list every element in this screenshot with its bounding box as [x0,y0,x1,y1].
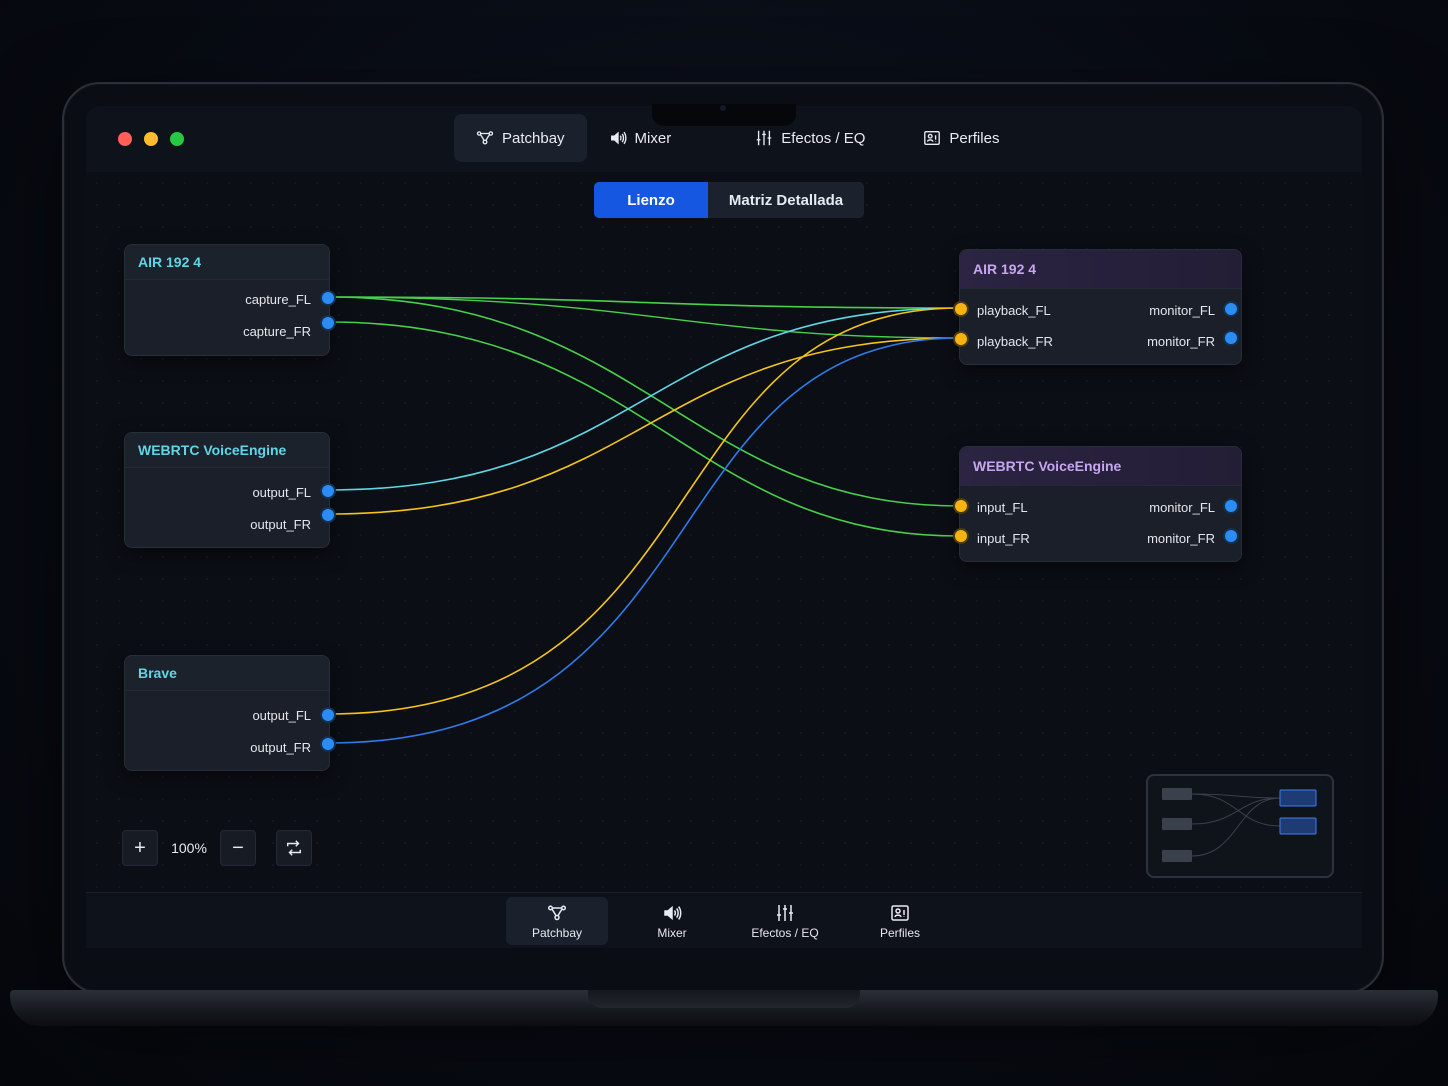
output-port[interactable] [1225,332,1237,344]
zoom-in-button[interactable]: + [122,830,158,866]
sliders-icon [757,130,772,146]
laptop-hinge-groove [588,990,860,1008]
view-canvas-button[interactable]: Lienzo [594,182,708,218]
port-label: capture_FR [243,324,311,339]
patchbay-icon [476,131,494,145]
output-port[interactable] [322,738,334,750]
port-label: input_FL [977,500,1028,515]
bottom-tab-patchbay-label: Patchbay [531,925,583,940]
zoom-controls: + 100% − [122,830,312,866]
zoom-out-button[interactable]: − [220,830,256,866]
tab-profiles-label: Perfiles [949,129,1000,147]
camera-icon [720,105,726,111]
bottom-tab-patchbay[interactable]: Patchbay [506,897,608,945]
input-port[interactable] [955,333,967,345]
port-label: capture_FL [245,292,311,307]
close-window-button[interactable] [118,132,132,146]
speaker-icon [664,905,682,920]
profile-icon [891,904,909,921]
node-title: WEBRTC VoiceEngine [125,433,329,468]
tab-effects-eq-label: Efectos / EQ [781,129,866,147]
minimap-preview [1162,788,1317,862]
input-port[interactable] [955,500,967,512]
bottom-tab-effects-eq[interactable]: Efectos / EQ [734,897,836,945]
bottom-tab-mixer[interactable]: Mixer [621,897,723,945]
port-label: monitor_FR [1147,334,1215,349]
output-port[interactable] [1225,530,1237,542]
output-port[interactable] [322,292,334,304]
minimap[interactable] [1146,774,1334,878]
input-port[interactable] [955,303,967,315]
output-port[interactable] [322,317,334,329]
port-label: playback_FL [977,303,1051,318]
speaker-icon [610,131,627,145]
zoom-level: 100% [171,840,207,856]
view-toggle: Lienzo Matriz Detallada [594,182,864,218]
bottom-tab-profiles-label: Perfiles [879,925,920,940]
output-port[interactable] [1225,303,1237,315]
port-label: monitor_FL [1149,500,1215,515]
port-label: output_FR [250,517,311,532]
output-port[interactable] [322,509,334,521]
port-label: output_FL [252,485,311,500]
port-label: monitor_FL [1149,303,1215,318]
source-node-webrtc[interactable]: WEBRTC VoiceEngine output_FL output_FR [124,432,334,548]
tab-patchbay[interactable]: Patchbay [454,114,587,162]
node-title: AIR 192 4 [125,245,329,280]
output-port[interactable] [322,485,334,497]
fit-view-icon [286,840,302,856]
port-label: playback_FR [977,334,1053,349]
sliders-icon [777,904,793,921]
patchbay-icon [547,904,567,920]
node-title: WEBRTC VoiceEngine [960,447,1241,486]
port-label: output_FL [252,708,311,723]
bottom-tab-profiles[interactable]: Perfiles [849,897,951,945]
view-matrix-button[interactable]: Matriz Detallada [708,182,864,218]
minimize-window-button[interactable] [144,132,158,146]
port-label: monitor_FR [1147,531,1215,546]
source-node-air[interactable]: AIR 192 4 capture_FL capture_FR [124,244,334,356]
tab-patchbay-label: Patchbay [502,129,565,147]
bottom-navigation: Patchbay Mixer Efectos / EQ Perfiles [86,892,1362,948]
fit-view-button[interactable] [276,830,312,866]
zoom-window-button[interactable] [170,132,184,146]
sink-node-air[interactable]: AIR 192 4 playback_FL playback_FR monito… [955,249,1242,365]
port-label: input_FR [977,531,1030,546]
output-port[interactable] [322,709,334,721]
tab-mixer-label: Mixer [634,129,672,147]
profile-icon [924,131,941,145]
app-window: Patchbay Mixer Efectos / EQ Perfiles Lie… [86,106,1362,948]
bottom-tab-effects-eq-label: Efectos / EQ [751,925,819,940]
node-title: AIR 192 4 [960,250,1241,289]
node-title: Brave [125,656,329,691]
input-port[interactable] [955,530,967,542]
bottom-tab-mixer-label: Mixer [657,925,687,940]
sink-node-webrtc[interactable]: WEBRTC VoiceEngine input_FL input_FR mon… [955,446,1242,562]
port-label: output_FR [250,740,311,755]
source-node-brave[interactable]: Brave output_FL output_FR [124,655,334,771]
tab-profiles[interactable]: Perfiles [901,114,1021,162]
output-port[interactable] [1225,500,1237,512]
